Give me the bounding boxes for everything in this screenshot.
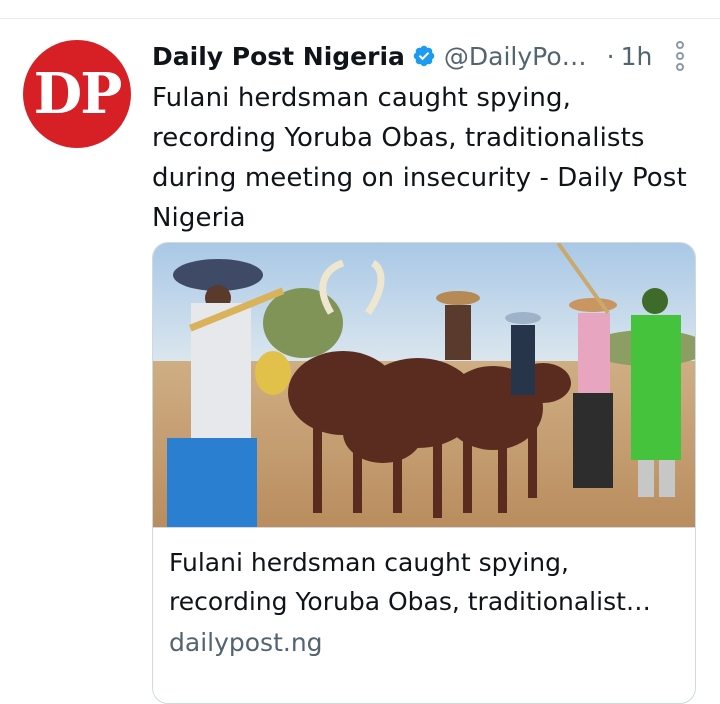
card-domain: dailypost.ng (169, 628, 323, 657)
link-preview-card[interactable]: Fulani herdsman caught spying, recording… (152, 242, 696, 704)
avatar-logo-text: DP (33, 61, 123, 127)
tweet-text: Fulani herdsman caught spying, recording… (152, 83, 687, 233)
vertical-ellipsis-icon[interactable] (672, 40, 688, 72)
author-handle[interactable]: @DailyPo… (444, 42, 587, 71)
avatar[interactable]: DP (23, 40, 131, 148)
tweet-header: Daily Post Nigeria @DailyPo… · 1h (152, 36, 652, 76)
tweet-time[interactable]: 1h (621, 42, 653, 71)
news-photo (153, 243, 695, 527)
verified-badge-icon (413, 45, 435, 67)
card-divider (153, 527, 695, 528)
author-name[interactable]: Daily Post Nigeria (152, 42, 405, 71)
card-title: Fulani herdsman caught spying, recording… (169, 548, 651, 616)
top-divider (0, 18, 720, 19)
separator-dot: · (606, 41, 615, 71)
